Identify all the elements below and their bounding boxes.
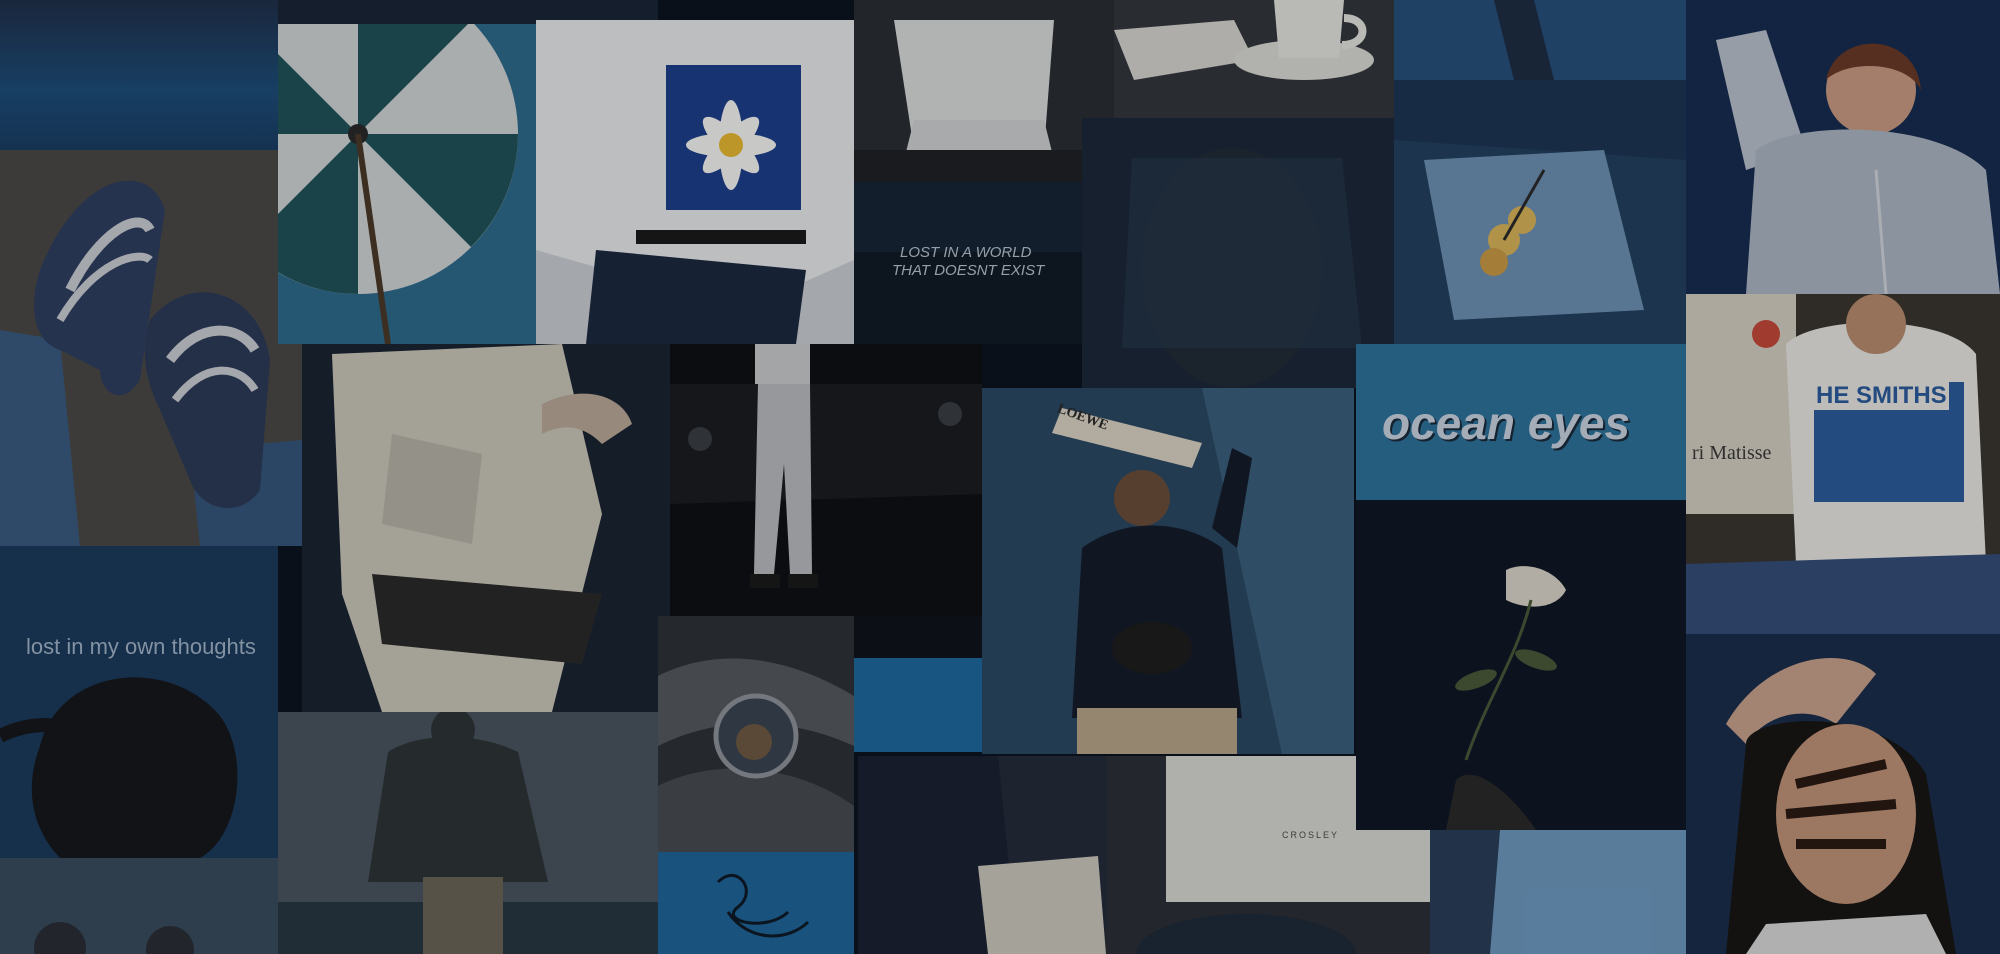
sky-photo-tile <box>0 0 278 150</box>
white-rose-photo-tile <box>1356 500 1686 830</box>
smiths-tshirt-photo-tile: HE SMITHS ri Matisse <box>1686 294 2000 634</box>
dark-veiled-portrait-photo-tile <box>1082 118 1394 388</box>
dark-car-photo-tile <box>670 344 982 616</box>
send-help-tshirt-photo-tile: SEND HELP <box>536 20 854 344</box>
smiths-print: HE SMITHS <box>1814 382 1949 410</box>
ocean-eyes-caption: ocean eyes <box>1382 397 1631 449</box>
hand-shadow-portrait-photo-tile <box>1686 634 2000 954</box>
book-on-head-photo-tile: LOEWE <box>982 388 1354 754</box>
striped-umbrella-photo-tile <box>278 24 536 344</box>
trench-coat-photo-tile <box>302 344 670 712</box>
ocean-sweater-photo-tile <box>278 712 658 954</box>
lost-thoughts-caption: lost in my own thoughts <box>26 634 256 659</box>
blue-line-art-tile <box>658 852 854 954</box>
dark-filler-tile <box>854 616 982 658</box>
matisse-poster-print: ri Matisse <box>1692 442 1772 464</box>
light-blue-shirt-photo-tile <box>1430 830 1686 954</box>
blue-square-tile <box>854 658 982 752</box>
velvet-flower-photo-tile <box>1394 80 1686 344</box>
jeans-shoes-photo-tile <box>858 756 1106 954</box>
laughing-girl-photo-tile <box>1686 0 2000 294</box>
turntable-brand-print: CROSLEY <box>1282 830 1340 840</box>
lost-world-caption-line1: LOST IN A WORLD <box>900 244 1032 261</box>
white-cropped-top-photo-tile <box>854 0 1114 182</box>
ocean-eyes-caption-tile: ocean eyes <box>1356 344 1686 500</box>
satin-mirror-cat-photo-tile <box>658 616 854 852</box>
coffee-cup-book-photo-tile <box>1114 0 1394 118</box>
lost-world-caption-line2: THAT DOESNT EXIST <box>892 262 1045 279</box>
legs-on-sky-photo-tile <box>1394 0 1686 80</box>
sneakers-photo-tile <box>0 150 302 546</box>
lost-world-caption-tile: LOST IN A WORLD THAT DOESNT EXIST <box>854 182 1082 344</box>
bottom-left-photo-tile <box>0 858 278 954</box>
hair-blowing-photo-tile: lost in my own thoughts <box>0 546 278 858</box>
send-help-print: SEND HELP <box>684 82 786 102</box>
